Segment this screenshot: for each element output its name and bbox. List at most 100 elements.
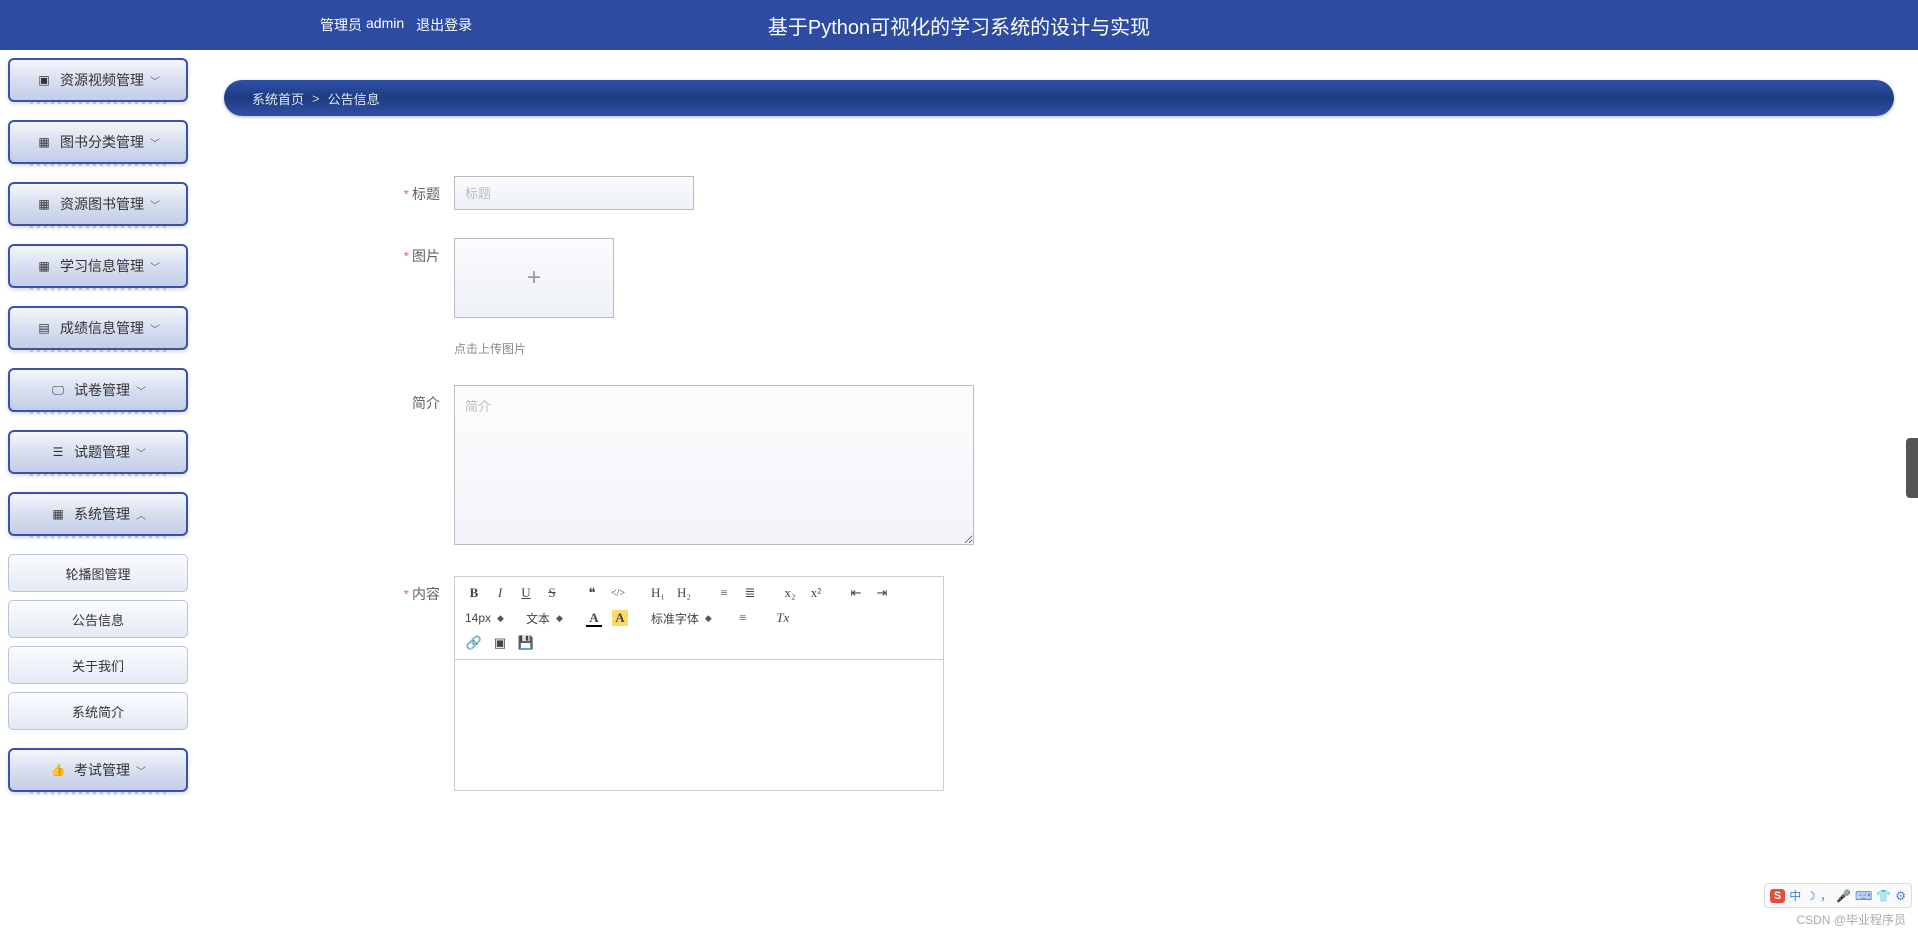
sidebar-item-label: 成绩信息管理 <box>60 318 144 338</box>
grid-icon: ▦ <box>36 259 52 273</box>
intro-textarea[interactable] <box>454 385 974 545</box>
sidebar-item-label: 资源视频管理 <box>60 70 144 90</box>
right-drawer-handle[interactable] <box>1906 438 1918 498</box>
select-arrow-icon: ◆ <box>497 613 504 624</box>
sidebar-item-label: 资源图书管理 <box>60 194 144 214</box>
image-label: *图片 <box>364 238 454 266</box>
code-button[interactable]: </> <box>607 583 629 603</box>
insert-image-button[interactable]: ▣ <box>489 633 511 653</box>
sidebar-item-book-resource[interactable]: ▦ 资源图书管理 ﹀ <box>8 182 188 226</box>
quote-button[interactable]: ❝ <box>581 583 603 603</box>
unordered-list-button[interactable]: ≣ <box>739 583 761 603</box>
username: admin <box>366 15 404 35</box>
sliders-icon: ☰ <box>50 445 66 459</box>
chevron-down-icon: ﹀ <box>150 321 160 336</box>
submenu-intro[interactable]: 系统简介 <box>8 692 188 730</box>
sidebar-item-learning-info[interactable]: ▦ 学习信息管理 ﹀ <box>8 244 188 288</box>
ime-tool-icon[interactable]: ⚙ <box>1895 889 1906 903</box>
underline-button[interactable]: U <box>515 583 537 603</box>
ime-skin-icon[interactable]: 👕 <box>1876 889 1891 903</box>
ime-mic-icon[interactable]: 🎤 <box>1836 889 1851 903</box>
grid-icon: ▦ <box>50 507 66 521</box>
link-button[interactable]: 🔗 <box>463 633 485 653</box>
indent-button[interactable]: ⇥ <box>871 583 893 603</box>
logout-link[interactable]: 退出登录 <box>416 15 472 35</box>
standard-font-select[interactable]: 标准字体 ◆ <box>649 607 714 629</box>
superscript-button[interactable]: x² <box>805 583 827 603</box>
ordered-list-button[interactable]: ≡ <box>713 583 735 603</box>
submenu-about[interactable]: 关于我们 <box>8 646 188 684</box>
ime-keyboard-icon[interactable]: ⌨ <box>1855 889 1872 903</box>
title-input[interactable] <box>454 176 694 210</box>
sidebar-item-label: 图书分类管理 <box>60 132 144 152</box>
breadcrumb-separator: > <box>312 91 320 106</box>
editor-body[interactable] <box>455 660 943 790</box>
image-upload-box[interactable]: + <box>454 238 614 318</box>
app-title: 基于Python可视化的学习系统的设计与实现 <box>768 11 1150 40</box>
submenu-carousel[interactable]: 轮播图管理 <box>8 554 188 592</box>
select-arrow-icon: ◆ <box>705 613 712 624</box>
sidebar-item-label: 试卷管理 <box>74 380 130 400</box>
title-label: *标题 <box>364 176 454 204</box>
user-info: 管理员 admin 退出登录 <box>320 15 472 35</box>
ime-moon-icon[interactable]: ☽ <box>1805 889 1816 903</box>
clear-format-button[interactable]: Tx <box>772 608 794 628</box>
text-color-button[interactable]: A <box>583 608 605 628</box>
intro-label: 简介 <box>364 385 454 413</box>
h2-button[interactable]: H₂ <box>673 583 695 603</box>
submenu-label: 系统简介 <box>72 702 124 721</box>
plus-icon: + <box>527 264 541 292</box>
h1-button[interactable]: H₁ <box>647 583 669 603</box>
chevron-down-icon: ﹀ <box>150 197 160 212</box>
sidebar-item-exam-paper[interactable]: 🖵 试卷管理 ﹀ <box>8 368 188 412</box>
align-button[interactable]: ≡ <box>732 608 754 628</box>
sidebar-item-exam-mgmt[interactable]: 👍 考试管理 ﹀ <box>8 748 188 792</box>
submenu-label: 轮播图管理 <box>65 564 130 583</box>
upload-hint: 点击上传图片 <box>454 340 614 357</box>
chevron-down-icon: ﹀ <box>136 383 146 398</box>
italic-button[interactable]: I <box>489 583 511 603</box>
bold-button[interactable]: B <box>463 583 485 603</box>
ime-badge[interactable]: S <box>1770 889 1785 903</box>
chevron-down-icon: ﹀ <box>150 135 160 150</box>
form-row-title: *标题 <box>364 176 1754 210</box>
sidebar-item-video[interactable]: ▣ 资源视频管理 ﹀ <box>8 58 188 102</box>
sidebar-item-book-category[interactable]: ▦ 图书分类管理 ﹀ <box>8 120 188 164</box>
sidebar-item-label: 学习信息管理 <box>60 256 144 276</box>
sidebar-item-system[interactable]: ▦ 系统管理 ︿ <box>8 492 188 536</box>
ime-comma-icon[interactable]: ， <box>1820 887 1832 904</box>
breadcrumb: 系统首页 > 公告信息 <box>224 80 1894 116</box>
ime-lang-icon[interactable]: 中 <box>1789 887 1801 904</box>
grid-icon: ▦ <box>36 197 52 211</box>
save-button[interactable]: 💾 <box>515 633 537 653</box>
editor-toolbar: B I U S ❝ </> H₁ H₂ ≡ ≣ x₂ <box>455 577 943 660</box>
required-star: * <box>404 248 409 264</box>
highlight-button[interactable]: A <box>609 608 631 628</box>
sidebar-item-label: 考试管理 <box>74 760 130 780</box>
video-icon: ▣ <box>36 73 52 87</box>
subscript-button[interactable]: x₂ <box>779 583 801 603</box>
sidebar-item-label: 试题管理 <box>74 442 130 462</box>
select-arrow-icon: ◆ <box>556 613 563 624</box>
fontsize-select[interactable]: 14px ◆ <box>463 607 506 629</box>
form-row-content: *内容 B I U S ❝ </> H₁ H₂ <box>364 576 1754 791</box>
required-star: * <box>404 586 409 602</box>
sidebar-item-grades[interactable]: ▤ 成绩信息管理 ﹀ <box>8 306 188 350</box>
role-label: 管理员 <box>320 15 362 35</box>
sidebar-item-label: 系统管理 <box>74 504 130 524</box>
sidebar: ▣ 资源视频管理 ﹀ ▦ 图书分类管理 ﹀ ▦ 资源图书管理 ﹀ ▦ 学习信息管… <box>8 50 188 810</box>
watermark: CSDN @毕业程序员 <box>1796 911 1906 928</box>
fontfamily-select[interactable]: 文本 ◆ <box>524 607 565 629</box>
chevron-up-icon: ︿ <box>136 507 146 522</box>
form-row-intro: 简介 <box>364 385 1754 548</box>
monitor-icon: 🖵 <box>50 383 66 398</box>
submenu-announcement[interactable]: 公告信息 <box>8 600 188 638</box>
chevron-down-icon: ﹀ <box>136 445 146 460</box>
form-area: *标题 *图片 + 点击上传图片 简介 <box>224 116 1894 859</box>
breadcrumb-current: 公告信息 <box>328 89 380 108</box>
breadcrumb-home[interactable]: 系统首页 <box>252 89 304 108</box>
strike-button[interactable]: S <box>541 583 563 603</box>
submenu-label: 公告信息 <box>72 610 124 629</box>
sidebar-item-questions[interactable]: ☰ 试题管理 ﹀ <box>8 430 188 474</box>
outdent-button[interactable]: ⇤ <box>845 583 867 603</box>
